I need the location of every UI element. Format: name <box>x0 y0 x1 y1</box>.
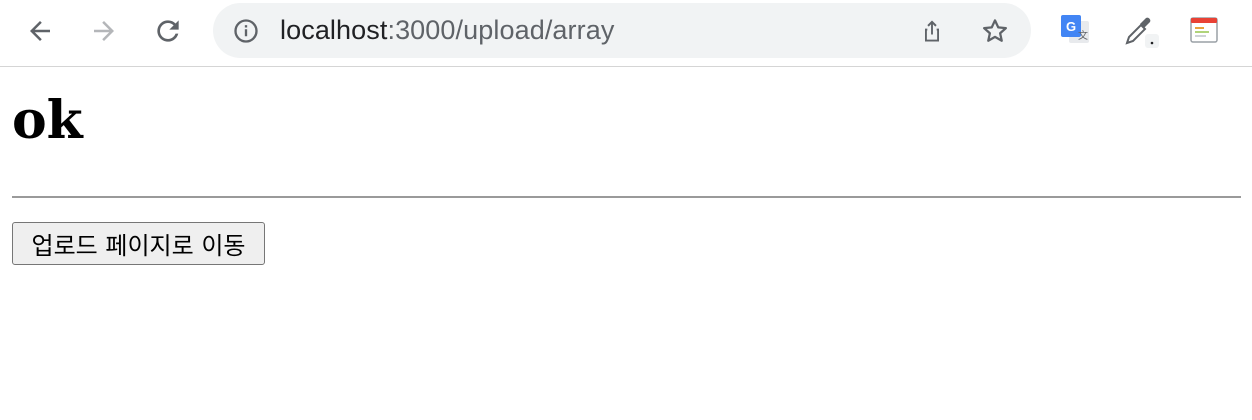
horizontal-divider <box>12 196 1241 198</box>
address-bar[interactable]: localhost:3000/upload/array <box>213 3 1031 58</box>
extension-button[interactable] <box>1184 10 1224 50</box>
go-to-upload-page-button[interactable]: 업로드 페이지로 이동 <box>12 222 265 265</box>
url-path: :3000/upload/array <box>387 15 615 45</box>
browser-toolbar: localhost:3000/upload/array G 文 <box>0 0 1252 67</box>
bookmark-button[interactable] <box>979 15 1011 47</box>
svg-text:文: 文 <box>1078 29 1088 42</box>
info-icon <box>234 19 258 43</box>
url-host: localhost <box>280 15 388 45</box>
translate-extension[interactable]: G 文 <box>1055 10 1095 50</box>
extension-icon <box>1190 17 1218 43</box>
forward-button[interactable] <box>84 11 124 51</box>
google-translate-icon: G 文 <box>1061 15 1089 43</box>
reload-button[interactable] <box>148 11 188 51</box>
back-button[interactable] <box>20 11 60 51</box>
svg-text:G: G <box>1066 19 1076 34</box>
share-icon <box>925 20 939 42</box>
star-icon <box>983 19 1007 42</box>
back-arrow-icon <box>30 21 50 41</box>
page-heading: ok <box>12 90 83 151</box>
url-text[interactable]: localhost:3000/upload/array <box>280 3 614 58</box>
eyedropper-icon <box>1125 17 1159 48</box>
site-info-button[interactable] <box>231 16 261 46</box>
eyedropper-extension[interactable] <box>1120 10 1160 50</box>
forward-arrow-icon <box>94 21 114 41</box>
share-button[interactable] <box>916 15 948 47</box>
reload-icon <box>157 20 179 42</box>
